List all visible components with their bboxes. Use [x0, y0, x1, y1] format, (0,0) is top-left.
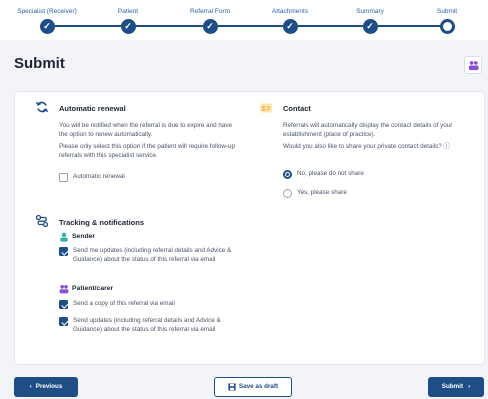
step-submit[interactable]: Submit [407, 7, 487, 34]
contact-card-icon [260, 103, 272, 113]
chevron-left-icon: ‹ [29, 383, 32, 390]
radio-share-label: Yes, please share [297, 189, 347, 196]
previous-label: Previous [35, 383, 63, 390]
step-label: Submit [436, 8, 458, 15]
patient-title: Patient/carer [72, 285, 114, 292]
people-icon [468, 61, 479, 71]
progress-stepper: Specialist (Receiver) ✓ Patient ✓ Referr… [0, 0, 488, 40]
check-icon: ✓ [282, 19, 298, 34]
route-icon [35, 214, 49, 228]
automatic-renewal-checkbox[interactable] [59, 173, 68, 182]
patient-updates-checkbox[interactable] [59, 317, 68, 326]
step-label: Specialist (Receiver) [17, 8, 77, 15]
previous-button[interactable]: ‹ Previous [14, 377, 78, 397]
step-label: Referral Form [189, 8, 231, 15]
check-icon: ✓ [39, 19, 55, 34]
contact-description: Referrals will automatically display the… [283, 122, 453, 139]
radio-share[interactable] [283, 189, 292, 198]
sender-title: Sender [72, 233, 96, 240]
sender-updates-checkbox[interactable] [59, 247, 68, 256]
contact-question: Would you also like to share your privat… [283, 142, 463, 151]
check-icon: ✓ [120, 19, 136, 34]
step-referral-form[interactable]: Referral Form ✓ [170, 7, 250, 34]
submit-button[interactable]: Submit › [428, 377, 484, 397]
radio-do-not-share-label: No, please do not share [297, 170, 364, 177]
save-draft-label: Save as draft [238, 383, 279, 390]
check-icon: ✓ [202, 19, 218, 34]
step-label: Attachments [271, 8, 309, 15]
step-attachments[interactable]: Attachments ✓ [250, 7, 330, 34]
radio-do-not-share[interactable] [283, 170, 292, 179]
renewal-title: Automatic renewal [59, 104, 126, 113]
patient-copy-label: Send a copy of this referral via email [73, 300, 175, 307]
renewal-description: You will be notified when the referral i… [59, 122, 233, 139]
refresh-icon [35, 101, 49, 113]
contact-question-text: Would you also like to share your privat… [283, 143, 442, 150]
step-patient[interactable]: Patient ✓ [88, 7, 168, 34]
step-label: Patient [117, 8, 139, 15]
automatic-renewal-label: Automatic renewal [73, 173, 125, 180]
patient-updates-label: Send updates (including referral details… [73, 317, 221, 334]
step-specialist[interactable]: Specialist (Receiver) ✓ [7, 7, 87, 34]
info-icon[interactable]: ⓘ [444, 143, 450, 150]
submit-options-card: Automatic renewal You will be notified w… [15, 92, 484, 364]
check-icon: ✓ [362, 19, 378, 34]
user-icon [60, 232, 68, 242]
save-icon [228, 383, 236, 391]
contact-title: Contact [283, 104, 311, 113]
team-button[interactable] [464, 56, 482, 74]
page-title: Submit [14, 55, 65, 72]
renewal-note: Please only select this option if the pa… [59, 143, 236, 160]
save-draft-button[interactable]: Save as draft [214, 377, 292, 397]
step-label: Summary [356, 8, 384, 15]
submit-label: Submit [441, 383, 464, 390]
current-step-circle [439, 19, 455, 34]
step-summary[interactable]: Summary ✓ [330, 7, 410, 34]
tracking-title: Tracking & notifications [59, 218, 145, 227]
sender-updates-label: Send me updates (including referral deta… [73, 247, 232, 264]
patient-copy-checkbox[interactable] [59, 300, 68, 309]
people-icon [59, 285, 69, 294]
chevron-right-icon: › [468, 383, 471, 390]
